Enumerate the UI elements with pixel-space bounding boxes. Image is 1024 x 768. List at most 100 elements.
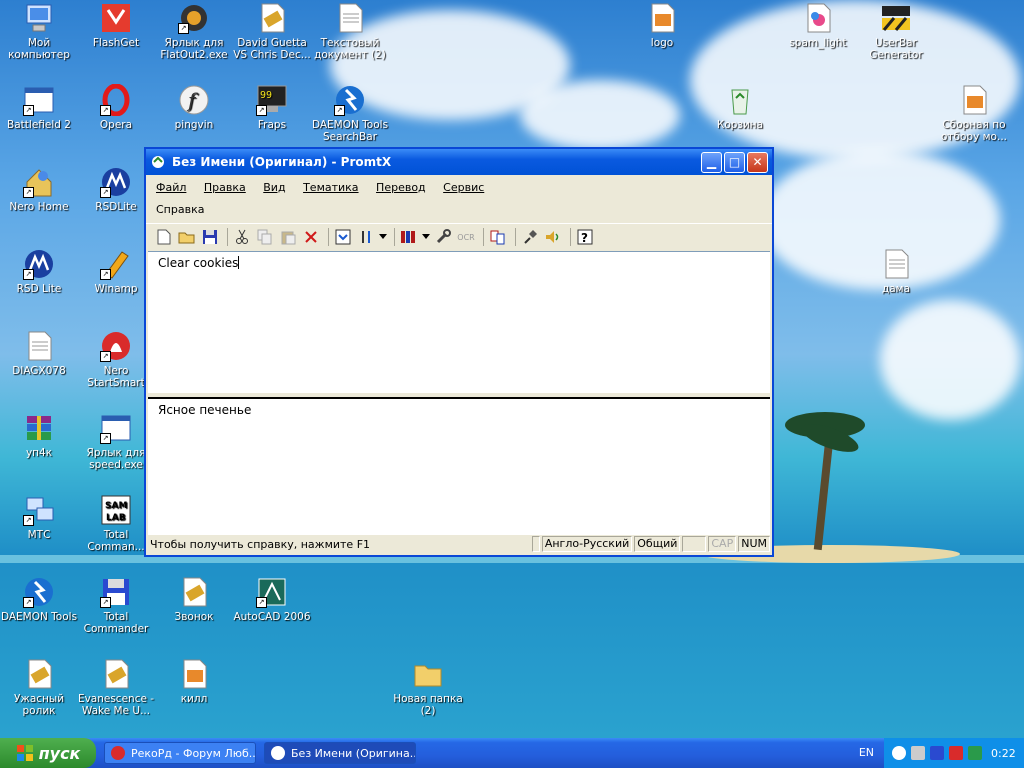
desktop-icon-battlefield2[interactable]: ↗ Battlefield 2 — [0, 84, 79, 131]
flash-icon: f — [178, 84, 210, 116]
desktop-icon-evanescence[interactable]: Evanescence - Wake Me U... — [76, 658, 156, 717]
open-folder-icon[interactable] — [177, 227, 197, 247]
flashget-tray-icon[interactable] — [949, 746, 963, 760]
speaker-icon[interactable] — [543, 227, 563, 247]
copy-icon[interactable] — [255, 227, 275, 247]
translation-text-editor[interactable]: Ясное печенье — [148, 397, 770, 535]
compare-icon[interactable] — [488, 227, 508, 247]
desktop-icon-daemon-searchbar[interactable]: ↗ DAEMON Tools SearchBar — [310, 84, 390, 143]
clock[interactable]: 0:22 — [991, 747, 1016, 760]
toolbar-separator — [328, 228, 329, 246]
close-button[interactable]: ✕ — [747, 151, 768, 173]
cut-icon[interactable] — [232, 227, 252, 247]
taskbar-item-promtx[interactable]: Без Имени (Оригина... — [264, 742, 416, 764]
menu-edit[interactable]: Правка — [204, 177, 246, 199]
desktop-icon-new-folder-2[interactable]: Новая папка (2) — [388, 658, 468, 717]
nero-icon: ↗ — [100, 330, 132, 362]
image-file-icon — [958, 84, 990, 116]
menu-service[interactable]: Сервис — [443, 177, 484, 199]
menu-translate[interactable]: Перевод — [376, 177, 426, 199]
desktop-icon-opera[interactable]: ↗ Opera — [76, 83, 156, 131]
image-file-icon — [646, 2, 678, 34]
desktop-icon-rsd-lite[interactable]: ↗ RSD Lite — [0, 248, 79, 295]
desktop-icon-flashget[interactable]: FlashGet — [76, 2, 156, 49]
desktop-icon-pingvin[interactable]: f pingvin — [154, 84, 234, 131]
delete-icon[interactable] — [301, 227, 321, 247]
network-icon[interactable] — [911, 746, 925, 760]
wrench-icon[interactable] — [433, 227, 453, 247]
tray-app-icon[interactable] — [930, 746, 944, 760]
daemon-tools-icon: ↗ — [334, 84, 366, 116]
dictionary-icon[interactable] — [399, 227, 419, 247]
desktop-icon-flatout2[interactable]: ↗ Ярлык для FlatOut2.exe — [154, 2, 234, 61]
svg-text:99: 99 — [260, 90, 272, 101]
toolbar-separator — [515, 228, 516, 246]
menu-bar: Файл Правка Вид Тематика Перевод Сервис … — [146, 175, 772, 223]
translate-icon[interactable] — [333, 227, 353, 247]
computer-icon — [23, 2, 55, 34]
save-icon[interactable] — [200, 227, 220, 247]
desktop-icon-uzhasny-rolik[interactable]: Ужасный ролик — [0, 658, 79, 717]
tray-expand-icon[interactable] — [892, 746, 906, 760]
opera-icon: ↗ — [100, 83, 132, 117]
status-hint: Чтобы получить справку, нажмите F1 — [150, 537, 371, 551]
media-file-icon — [23, 658, 55, 690]
toolbar-separator — [483, 228, 484, 246]
desktop-icon-my-computer[interactable]: Мой компьютер — [0, 2, 79, 61]
desktop-icon-fraps[interactable]: 99 ↗ Fraps — [232, 84, 312, 131]
toolbar: OCR ? — [146, 223, 772, 250]
motorola-icon: ↗ — [100, 166, 132, 198]
status-pane-empty — [531, 536, 540, 552]
dropdown-arrow-icon[interactable] — [422, 227, 430, 247]
network-computer-icon: ↗ — [23, 494, 55, 526]
desktop-icon-recycle-bin[interactable]: Корзина — [700, 84, 780, 131]
source-text-editor[interactable]: Clear cookies — [148, 251, 770, 393]
ocr-icon[interactable]: OCR — [456, 227, 476, 247]
desktop-icon-mts[interactable]: ↗ МТС — [0, 494, 79, 541]
daemon-tools-icon: ↗ — [23, 576, 55, 608]
status-direction[interactable]: Англо-Русский — [541, 536, 633, 552]
desktop-icon-up4k[interactable]: уп4к — [0, 412, 79, 459]
desktop-icon-sbornaya[interactable]: Сборная по отбору мо... — [934, 84, 1014, 143]
language-indicator[interactable]: EN — [859, 746, 874, 759]
desktop-icon-dama[interactable]: дама — [856, 248, 936, 295]
promtx-window[interactable]: Без Имени (Оригинал) - PromtX ▁ □ ✕ Файл… — [144, 147, 774, 557]
winrar-archive-icon — [23, 412, 55, 444]
dropdown-arrow-icon[interactable] — [379, 227, 387, 247]
pin-icon[interactable] — [520, 227, 540, 247]
desktop-icon-spam-light[interactable]: spam_light — [778, 2, 858, 49]
desktop-icon-kill[interactable]: килл — [154, 658, 234, 705]
start-button[interactable]: пуск — [0, 738, 96, 768]
desktop-icon-userbar-generator[interactable]: UserBar Generator — [856, 2, 936, 61]
shortcut-arrow-icon: ↗ — [100, 433, 111, 444]
desktop-icon-logo[interactable]: logo — [622, 2, 702, 49]
shortcut-arrow-icon: ↗ — [256, 597, 267, 608]
direction-icon[interactable] — [356, 227, 376, 247]
minimize-button[interactable]: ▁ — [701, 151, 722, 173]
tray-app-icon[interactable] — [968, 746, 982, 760]
menu-subject[interactable]: Тематика — [303, 177, 358, 199]
desktop-icon-nero-home[interactable]: ↗ Nero Home — [0, 166, 79, 213]
maximize-button[interactable]: □ — [724, 151, 745, 173]
media-file-icon — [256, 2, 288, 34]
window-titlebar[interactable]: Без Имени (Оригинал) - PromtX ▁ □ ✕ — [146, 149, 772, 175]
svg-text:LAB: LAB — [106, 513, 126, 523]
desktop-icon-zvonok[interactable]: Звонок — [154, 576, 234, 623]
help-icon[interactable]: ? — [575, 227, 595, 247]
shortcut-arrow-icon: ↗ — [100, 597, 111, 608]
status-subject[interactable]: Общий — [634, 536, 681, 552]
paste-icon[interactable] — [278, 227, 298, 247]
desktop-icon-text-doc[interactable]: Текстовый документ (2) — [310, 2, 390, 61]
desktop-icon-autocad[interactable]: ↗ AutoCAD 2006 — [232, 576, 312, 623]
menu-help[interactable]: Справка — [156, 199, 204, 221]
menu-file[interactable]: Файл — [156, 177, 186, 199]
desktop-icon-david-guetta[interactable]: David Guetta VS Chris Dec... — [232, 2, 312, 61]
translation-text: Ясное печенье — [158, 403, 252, 417]
status-pane-empty — [682, 536, 707, 552]
menu-view[interactable]: Вид — [263, 177, 285, 199]
desktop-icon-daemon-tools[interactable]: ↗ DAEMON Tools — [0, 576, 79, 623]
desktop-icon-diagx078[interactable]: DIAGX078 — [0, 330, 79, 377]
desktop-icon-total-commander[interactable]: ↗ Total Commander — [76, 576, 156, 635]
new-document-icon[interactable] — [154, 227, 174, 247]
taskbar-item-forum[interactable]: РекоРд - Форум Люб... — [104, 742, 256, 764]
